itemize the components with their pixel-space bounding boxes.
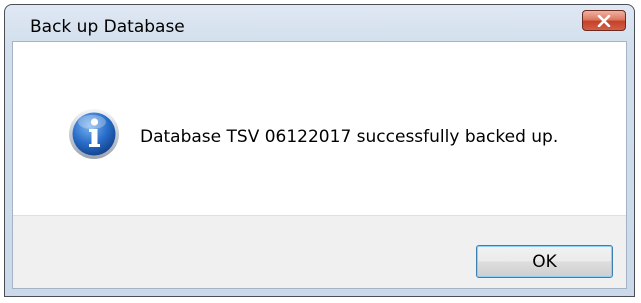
- dialog-message: Database TSV 06122017 successfully backe…: [140, 127, 559, 147]
- close-button[interactable]: [582, 10, 626, 31]
- window-title: Back up Database: [30, 17, 185, 37]
- close-icon: [597, 14, 611, 27]
- dialog-client-area: Database TSV 06122017 successfully backe…: [12, 41, 627, 289]
- title-bar[interactable]: Back up Database: [5, 5, 634, 41]
- button-bar: OK: [13, 215, 626, 288]
- dialog-window: Back up Database Database TSV 06122017 s…: [4, 4, 635, 297]
- info-icon: [69, 109, 119, 159]
- ok-button[interactable]: OK: [476, 245, 613, 278]
- message-area: Database TSV 06122017 successfully backe…: [13, 42, 626, 215]
